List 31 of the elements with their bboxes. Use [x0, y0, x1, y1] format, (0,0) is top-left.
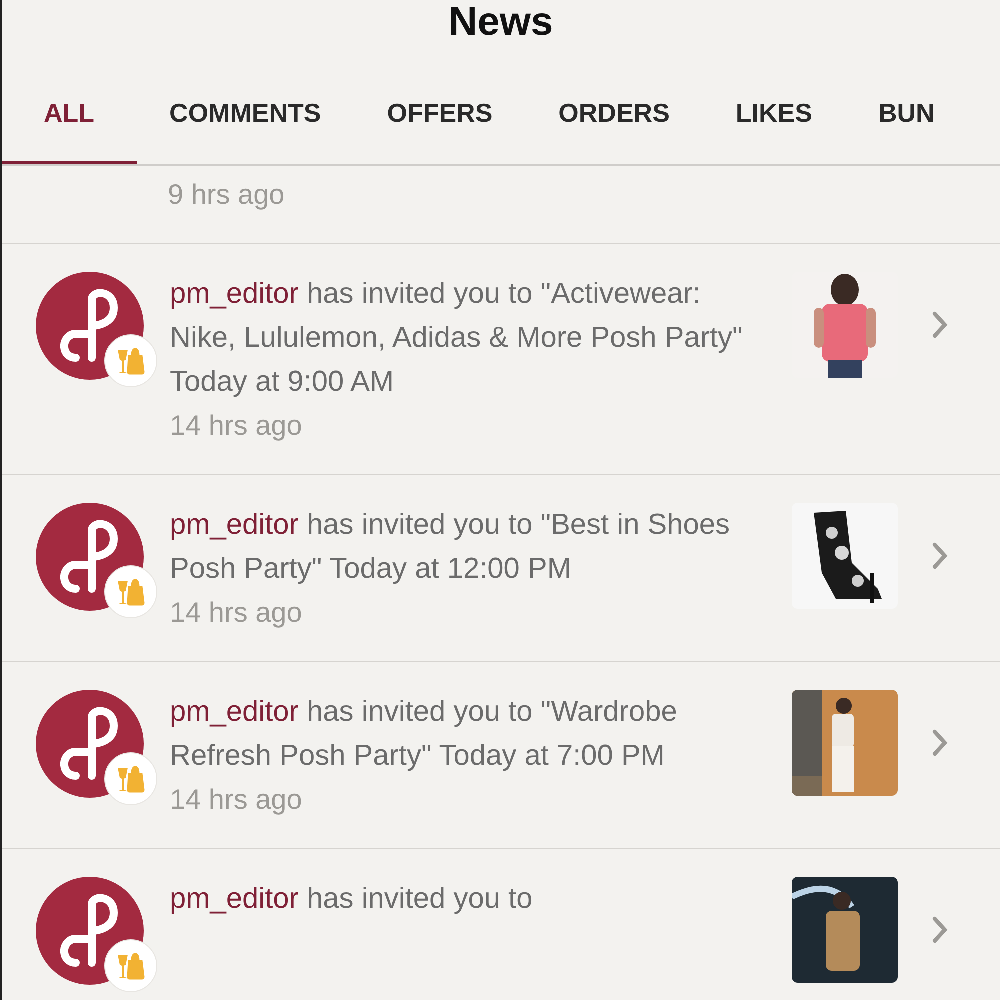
tab[interactable]: ORDERS: [526, 52, 703, 164]
notification-row[interactable]: pm_editor has invited you to: [2, 849, 1000, 1000]
timestamp: 14 hrs ago: [170, 409, 304, 443]
username-link[interactable]: pm_editor: [170, 509, 299, 541]
party-badge-icon: [104, 334, 158, 388]
notification-text: pm_editor has invited you to "Wardrobe Refresh Posh Party" Today at 7:00 PM: [170, 695, 678, 774]
party-badge-icon: [104, 752, 158, 806]
tab[interactable]: BUN: [846, 52, 968, 164]
notification-text: pm_editor has invited you to: [170, 882, 534, 917]
notification-row[interactable]: pm_editor has invited you to "Best in Shoes Posh Party" Today at 12:00 PM 14 hrs ago: [2, 475, 1000, 662]
chevron-right-icon: [932, 916, 948, 944]
chevron-right-icon: [932, 542, 948, 570]
notification-row[interactable]: pm_editor has invited you to "Wardrobe Refresh Posh Party" Today at 7:00 PM 14 hrs ago: [2, 662, 1000, 849]
party-badge-icon: [104, 939, 158, 993]
page-title: News: [448, 0, 554, 46]
notification-text: pm_editor has invited you to "Activewear: Nike, Lululemon, Adidas & More Posh Party" Today at 9:00 AM: [170, 277, 744, 400]
tab[interactable]: LIKES: [702, 52, 846, 164]
tab[interactable]: COMMENTS: [136, 52, 354, 164]
timestamp: 14 hrs ago: [170, 783, 304, 817]
username-link[interactable]: pm_editor: [170, 883, 299, 915]
tab[interactable]: ALL: [2, 52, 137, 164]
username-link[interactable]: pm_editor: [170, 278, 299, 310]
timestamp: 14 hrs ago: [170, 596, 304, 630]
chevron-right-icon: [932, 729, 948, 757]
party-badge-icon: [104, 565, 158, 619]
chevron-right-icon: [932, 311, 948, 339]
notification-row[interactable]: pm_editor has invited you to "Activewear: Nike, Lululemon, Adidas & More Posh Party" Today at 9:00 AM 14 hrs ago: [2, 244, 1000, 475]
timestamp: 9 hrs ago: [168, 179, 285, 210]
username-link[interactable]: pm_editor: [170, 696, 299, 728]
notification-text: pm_editor has invited you to "Best in Shoes Posh Party" Today at 12:00 PM: [170, 508, 732, 587]
tab[interactable]: OFFERS: [354, 52, 526, 164]
